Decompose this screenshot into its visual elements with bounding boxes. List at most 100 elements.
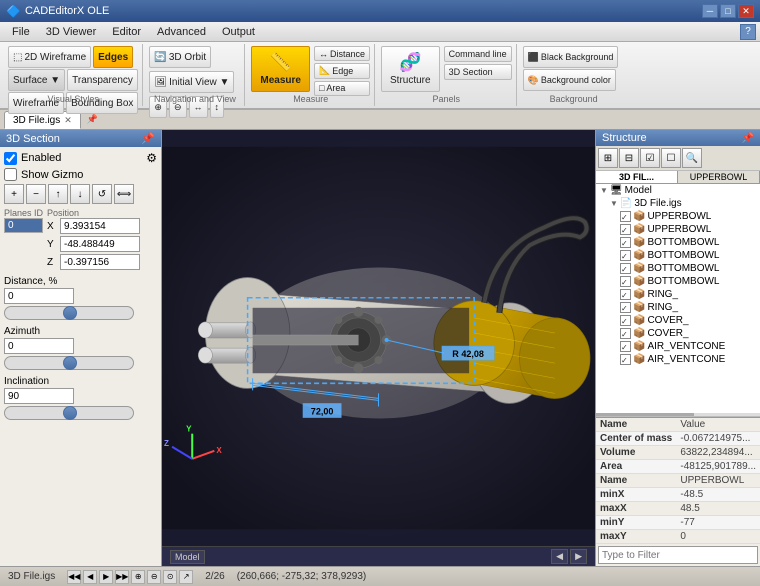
viewport-canvas[interactable]: R 42,08 72,00 X Y Z [162, 130, 595, 546]
nav-zoom-in[interactable]: ⊕ [131, 570, 145, 584]
tree-file-node[interactable]: ▼ 📄 3D File.igs [606, 197, 760, 210]
nav-first[interactable]: ◀◀ [67, 570, 81, 584]
tree-check[interactable] [620, 263, 631, 274]
3d-orbit-button[interactable]: 🔄 3D Orbit [149, 46, 211, 68]
measure-large-button[interactable]: 📏 Measure [251, 46, 310, 92]
tree-check[interactable] [620, 354, 631, 365]
background-color-button[interactable]: 🎨 Background color [523, 69, 616, 91]
y-label: Y [47, 239, 57, 250]
z-input[interactable] [60, 254, 140, 270]
rp-btn2[interactable]: ⊟ [619, 148, 639, 168]
flip-button[interactable]: ⟺ [114, 184, 134, 204]
nav-export[interactable]: ↗ [179, 570, 193, 584]
reset-button[interactable]: ↺ [92, 184, 112, 204]
list-item[interactable]: 📦 RING_ [616, 301, 760, 314]
list-item[interactable]: 📦 RING_ [616, 288, 760, 301]
minimize-button[interactable]: ─ [702, 4, 718, 18]
black-background-button[interactable]: ⬛ Black Background [523, 46, 619, 68]
add-plane-button[interactable]: + [4, 184, 24, 204]
settings-icon[interactable]: ⚙ [146, 151, 157, 165]
scroll-left[interactable]: ◀ [551, 549, 568, 564]
distance-button[interactable]: ↔ Distance [314, 46, 370, 61]
menu-advanced[interactable]: Advanced [149, 24, 214, 40]
tree-check[interactable] [620, 237, 631, 248]
list-item[interactable]: 📦 UPPERBOWL [616, 223, 760, 236]
surface-button[interactable]: Surface ▼ [8, 69, 65, 91]
filter-input[interactable] [598, 546, 758, 564]
left-panel-pin[interactable]: 📌 [141, 132, 155, 145]
rp-btn3[interactable]: ☑ [640, 148, 660, 168]
tree-check[interactable] [620, 328, 631, 339]
tree-check[interactable] [620, 224, 631, 235]
distance-slider[interactable] [4, 306, 134, 320]
nav-next[interactable]: ▶ [99, 570, 113, 584]
transparency-button[interactable]: Transparency [67, 69, 138, 91]
down-button[interactable]: ↓ [70, 184, 90, 204]
distance-thumb[interactable] [63, 306, 77, 320]
tree-check[interactable] [620, 211, 631, 222]
tree-check[interactable] [620, 302, 631, 313]
menu-file[interactable]: File [4, 24, 38, 40]
3d-section-button[interactable]: 3D Section [444, 64, 512, 80]
show-gizmo-checkbox[interactable] [4, 168, 17, 181]
pin-icon[interactable]: 📌 [83, 114, 102, 125]
menu-editor[interactable]: Editor [104, 24, 149, 40]
list-item[interactable]: 📦 BOTTOMBOWL [616, 275, 760, 288]
nav-zoom-out[interactable]: ⊖ [147, 570, 161, 584]
edges-button[interactable]: Edges [93, 46, 133, 68]
list-item[interactable]: 📦 COVER_ [616, 327, 760, 340]
list-item[interactable]: 📦 AIR_VENTCONE [616, 340, 760, 353]
list-item[interactable]: 📦 AIR_VENTCONE [616, 353, 760, 366]
del-plane-button[interactable]: − [26, 184, 46, 204]
plane-id-0[interactable]: 0 [5, 219, 43, 233]
enabled-checkbox[interactable] [4, 152, 17, 165]
tree-tab-upperbowl[interactable]: UPPERBOWL [678, 171, 760, 183]
vp-model-tab[interactable]: Model [170, 550, 205, 564]
initial-view-button[interactable]: 🖼 Initial View ▼ [149, 71, 234, 93]
tree-check[interactable] [620, 250, 631, 261]
help-button[interactable]: ? [740, 24, 756, 40]
command-line-button[interactable]: Command line [444, 46, 512, 62]
svg-text:R 42,08: R 42,08 [452, 349, 484, 359]
structure-large-button[interactable]: 🧬 Structure [381, 46, 440, 92]
list-item[interactable]: 📦 COVER_ [616, 314, 760, 327]
inclination-slider[interactable] [4, 406, 134, 420]
x-input[interactable] [60, 218, 140, 234]
list-item[interactable]: 📦 BOTTOMBOWL [616, 249, 760, 262]
inclination-thumb[interactable] [63, 406, 77, 420]
azimuth-thumb[interactable] [63, 356, 77, 370]
right-panel-pin[interactable]: 📌 [742, 133, 754, 144]
tree-area[interactable]: ▼ 🖥 Model ▼ 📄 3D File.igs 📦 UPPERBOWL 📦 … [596, 184, 760, 413]
y-input[interactable] [60, 236, 140, 252]
maximize-button[interactable]: □ [720, 4, 736, 18]
tree-check[interactable] [620, 341, 631, 352]
rp-btn5[interactable]: 🔍 [682, 148, 702, 168]
azimuth-input[interactable] [4, 338, 74, 354]
2d-wireframe-button[interactable]: ⬚ 2D Wireframe [8, 46, 91, 68]
distance-input[interactable] [4, 288, 74, 304]
menu-output[interactable]: Output [214, 24, 263, 40]
edge-button[interactable]: 📐 Edge [314, 63, 370, 78]
tab-close-icon[interactable]: ✕ [64, 115, 72, 126]
list-item[interactable]: 📦 BOTTOMBOWL [616, 236, 760, 249]
list-item[interactable]: 📦 UPPERBOWL [616, 210, 760, 223]
nav-fit[interactable]: ⊙ [163, 570, 177, 584]
prop-row: Area -48125,901789... [596, 460, 760, 474]
tree-check[interactable] [620, 315, 631, 326]
menu-3dviewer[interactable]: 3D Viewer [38, 24, 105, 40]
scroll-bar[interactable] [596, 413, 694, 416]
azimuth-slider[interactable] [4, 356, 134, 370]
nav-last[interactable]: ▶▶ [115, 570, 129, 584]
nav-prev[interactable]: ◀ [83, 570, 97, 584]
close-button[interactable]: ✕ [738, 4, 754, 18]
tree-model-node[interactable]: ▼ 🖥 Model [596, 184, 760, 197]
rp-btn1[interactable]: ⊞ [598, 148, 618, 168]
list-item[interactable]: 📦 BOTTOMBOWL [616, 262, 760, 275]
inclination-input[interactable] [4, 388, 74, 404]
scroll-right[interactable]: ▶ [570, 549, 587, 564]
tree-check[interactable] [620, 276, 631, 287]
tree-tab-3dfile[interactable]: 3D FIL... [596, 171, 678, 183]
up-button[interactable]: ↑ [48, 184, 68, 204]
rp-btn4[interactable]: ☐ [661, 148, 681, 168]
tree-check[interactable] [620, 289, 631, 300]
